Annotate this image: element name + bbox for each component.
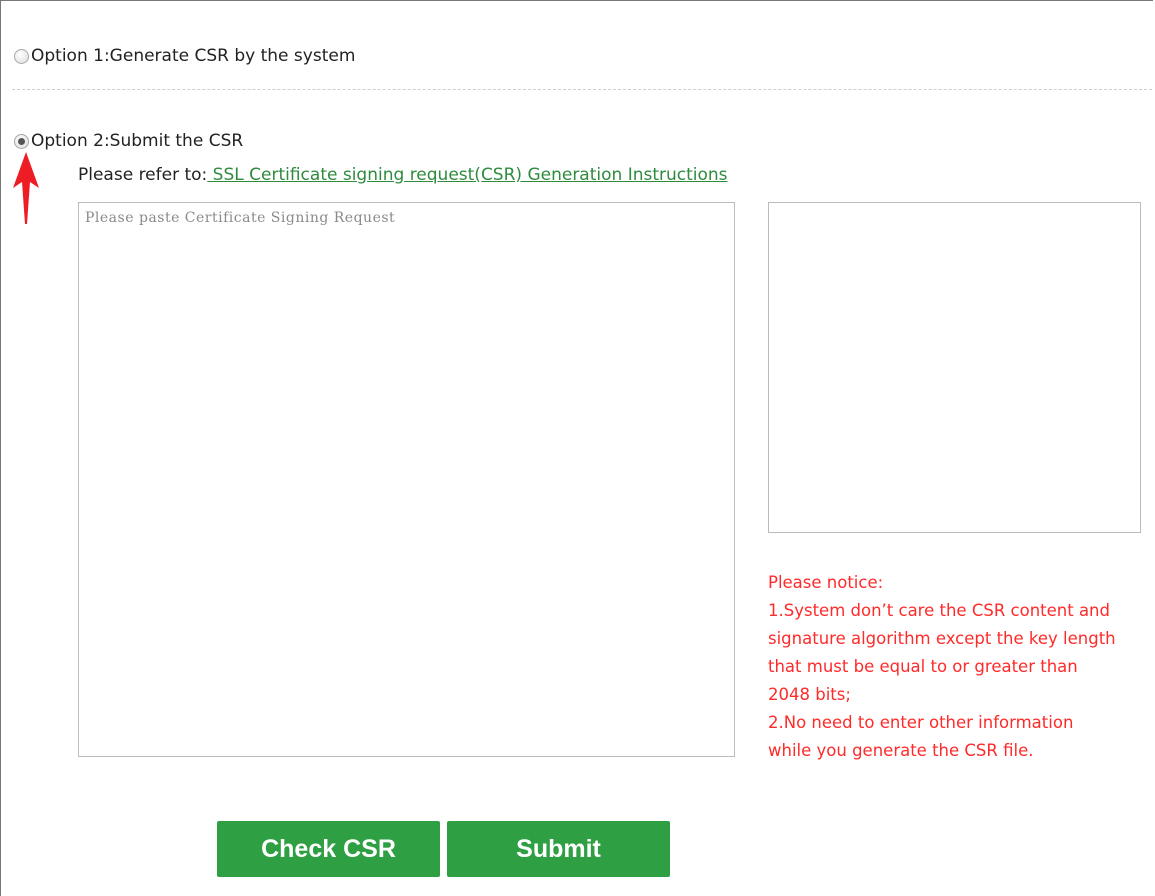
option1-label: Option 1:Generate CSR by the system [31, 46, 356, 66]
check-csr-button[interactable]: Check CSR [217, 821, 440, 877]
notice-line: signature algorithm except the key lengt… [768, 629, 1116, 648]
option2-radio[interactable] [14, 133, 29, 149]
option1-radio[interactable] [14, 48, 29, 64]
notice-line: Please notice: [768, 573, 884, 592]
csr-input[interactable] [78, 202, 735, 757]
notice-line: 2048 bits; [768, 685, 851, 704]
option1-radio-row[interactable]: Option 1:Generate CSR by the system [14, 46, 355, 66]
refer-text: Please refer to: SSL Certificate signing… [78, 165, 728, 185]
red-up-arrow-icon [13, 152, 39, 224]
check-result-box [768, 202, 1141, 533]
notice-line: 1.System don’t care the CSR content and [768, 601, 1110, 620]
csr-instructions-link[interactable]: SSL Certificate signing request(CSR) Gen… [207, 165, 728, 185]
section-divider [12, 89, 1152, 90]
notice-line: 2.No need to enter other information [768, 713, 1074, 732]
notice-line: that must be equal to or greater than [768, 657, 1078, 676]
option2-radio-row[interactable]: Option 2:Submit the CSR [14, 131, 243, 151]
notice-text: Please notice: 1.System don’t care the C… [768, 569, 1153, 765]
notice-line: while you generate the CSR file. [768, 741, 1034, 760]
option2-label: Option 2:Submit the CSR [31, 131, 244, 151]
refer-prefix: Please refer to: [78, 165, 208, 185]
submit-button[interactable]: Submit [447, 821, 670, 877]
